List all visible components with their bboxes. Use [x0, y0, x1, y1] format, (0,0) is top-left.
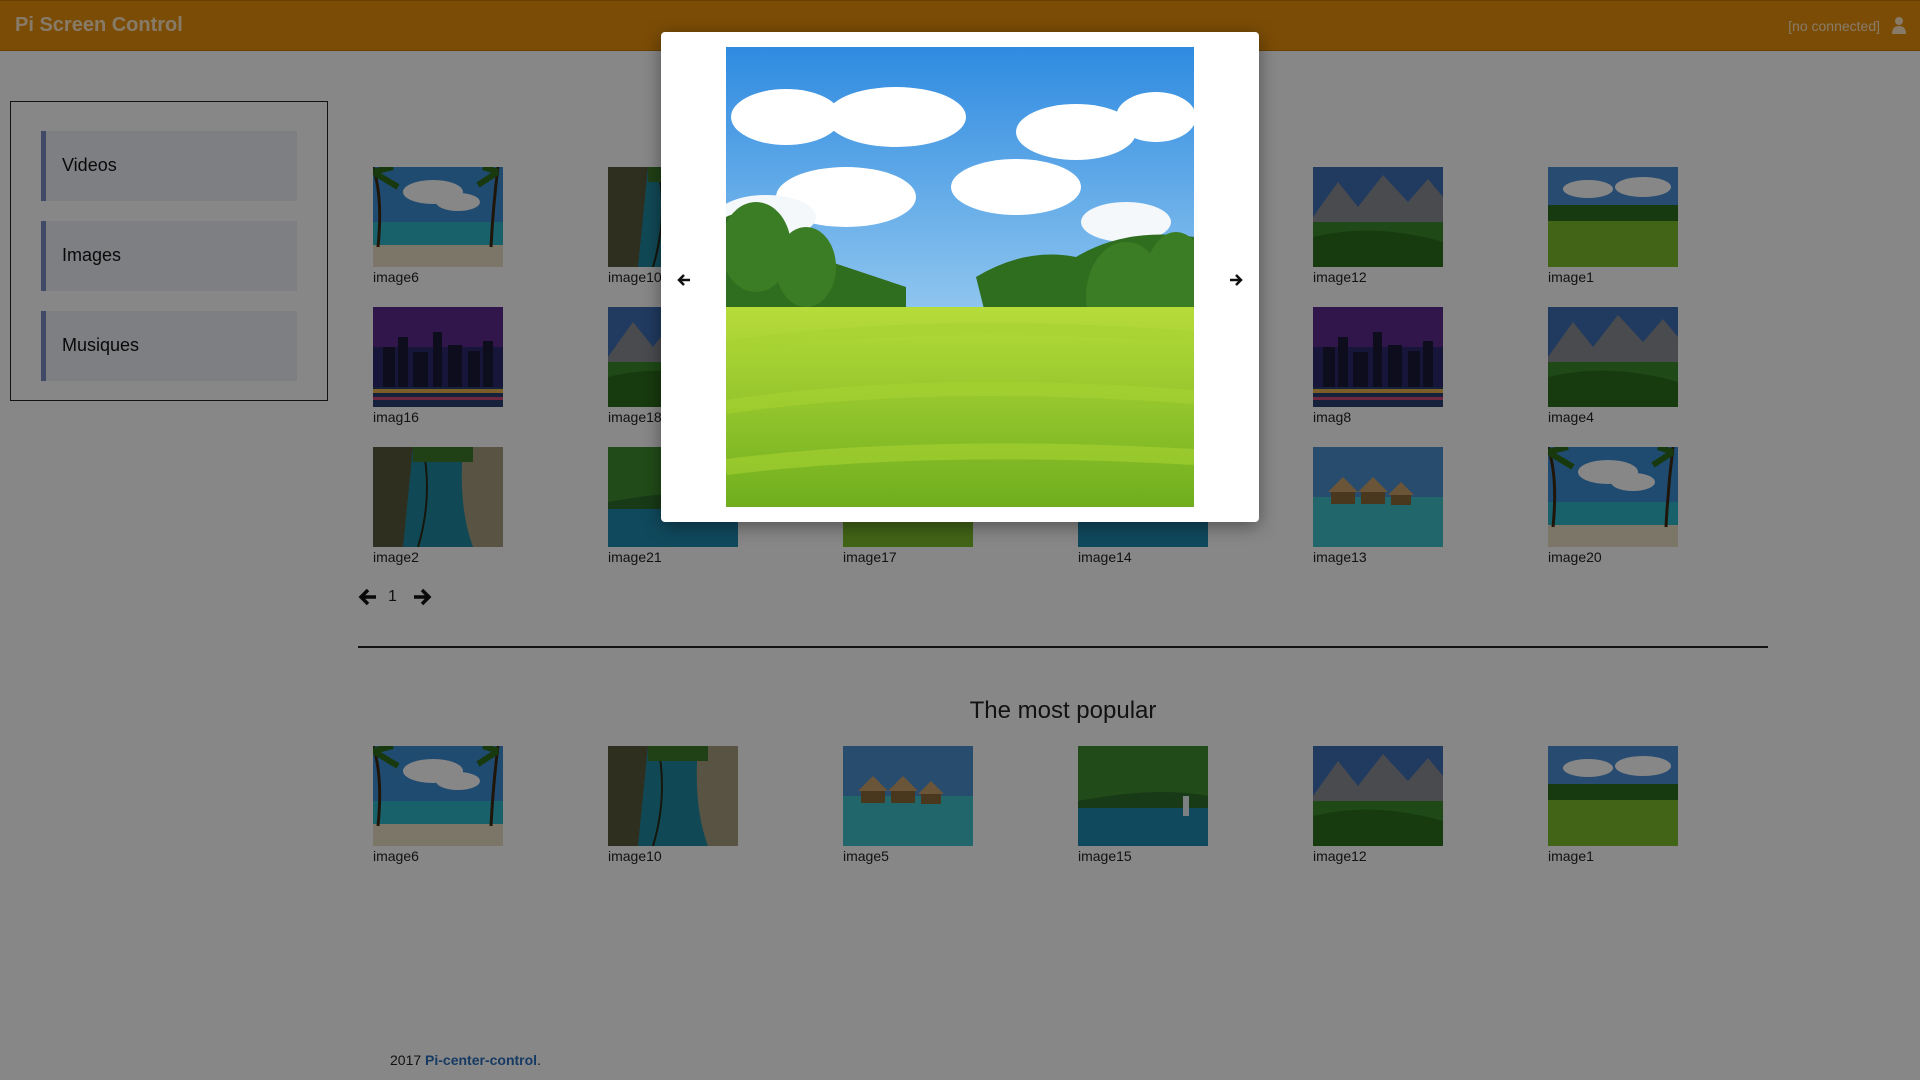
- modal-image: [726, 47, 1194, 507]
- arrow-left-icon[interactable]: [676, 272, 692, 288]
- image-viewer-modal: [661, 32, 1259, 522]
- arrow-right-icon[interactable]: [1228, 272, 1244, 288]
